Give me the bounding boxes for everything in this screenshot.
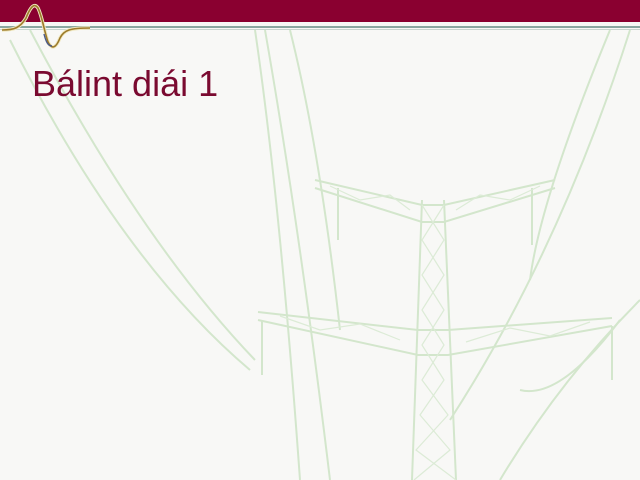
slide: Bálint diái 1 xyxy=(0,0,640,480)
header-band xyxy=(0,0,640,22)
header-rule xyxy=(0,26,640,28)
slide-title: Bálint diái 1 xyxy=(32,63,219,104)
header-rule-thin xyxy=(0,29,640,30)
waveform-logo-icon xyxy=(1,3,91,49)
